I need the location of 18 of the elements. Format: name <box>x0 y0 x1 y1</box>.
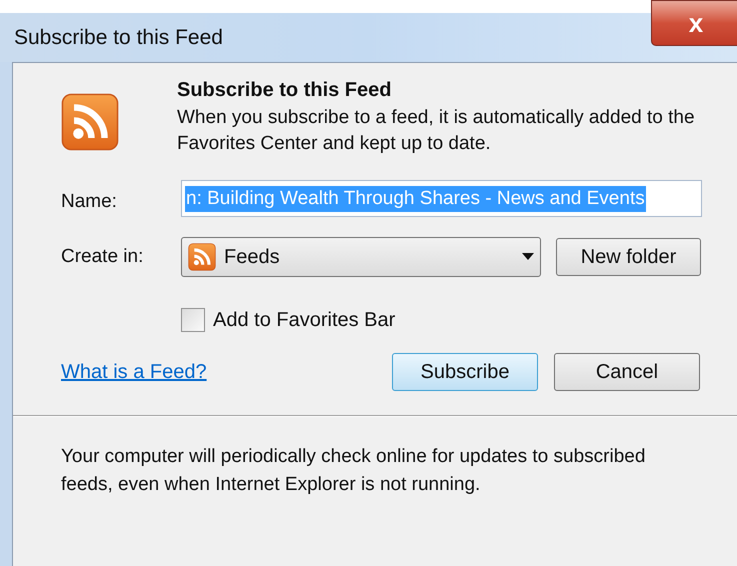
dialog-button[interactable]: Subscribe <box>392 353 538 391</box>
folder-dropdown[interactable]: Feeds <box>181 237 541 277</box>
rss-icon <box>61 93 119 151</box>
new-folder-button[interactable]: New folder <box>556 238 701 276</box>
dialog-heading: Subscribe to this Feed <box>177 78 392 103</box>
rss-icon <box>188 243 216 271</box>
favorites-bar-label: Add to Favorites Bar <box>213 308 396 333</box>
caret-icon <box>522 253 534 261</box>
dialog-description: When you subscribe to a feed, it is automatically added to the Favorites Center and kept up to date. <box>177 106 696 156</box>
window-title: Subscribe to this Feed <box>14 24 223 51</box>
dialog-button[interactable]: Cancel <box>554 353 700 391</box>
footer-note: Your computer will periodically check online for updates to subscribed feeds, even when Internet Explorer is not running. <box>60 445 646 497</box>
close-button[interactable]: x <box>651 0 737 46</box>
name-input-value: n: Building Wealth Through Shares - News and Events <box>185 186 646 212</box>
what-is-a-feed-link[interactable]: What is a Feed? <box>61 357 392 387</box>
create-in-label: Create in: <box>61 244 144 269</box>
name-label: Name: <box>61 190 118 214</box>
favorites-bar-checkbox[interactable] <box>181 308 205 332</box>
